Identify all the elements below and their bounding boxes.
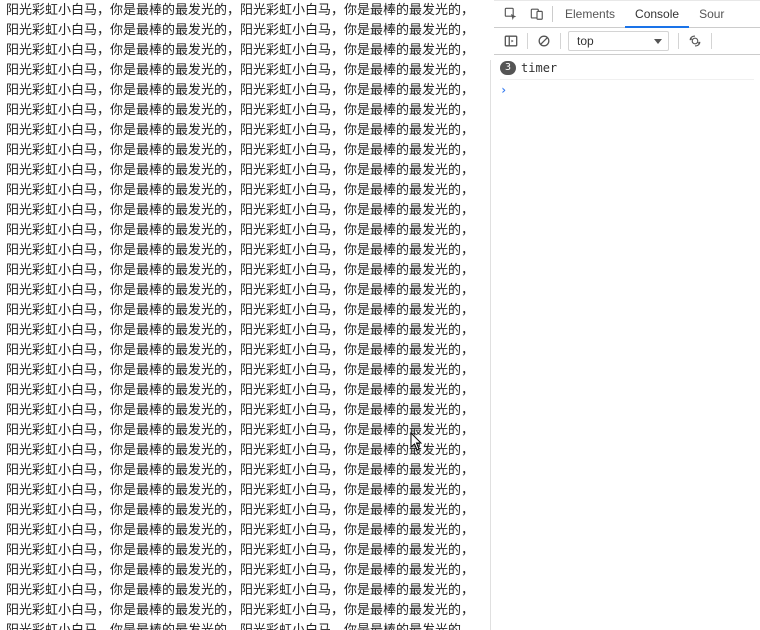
devtools-tabbar: Elements Console Sour	[494, 1, 760, 28]
chevron-down-icon	[654, 39, 662, 44]
tab-sources[interactable]: Sour	[689, 1, 734, 28]
log-repeat-count: 3	[500, 61, 516, 75]
device-toolbar-icon[interactable]	[524, 1, 550, 27]
console-input[interactable]	[513, 83, 754, 97]
tab-elements[interactable]: Elements	[555, 1, 625, 28]
execution-context-selector[interactable]: top	[568, 31, 669, 51]
tab-separator	[552, 6, 553, 22]
toolbar-separator	[678, 33, 679, 49]
console-prompt-row[interactable]: ›	[500, 80, 754, 100]
toolbar-separator	[560, 33, 561, 49]
tab-console[interactable]: Console	[625, 1, 689, 28]
console-sidebar-toggle-icon[interactable]	[498, 28, 524, 54]
console-output: 3 timer ›	[494, 55, 760, 630]
pane-splitter[interactable]	[490, 0, 494, 630]
console-toolbar: top	[494, 28, 760, 55]
live-expression-icon[interactable]	[682, 28, 708, 54]
clear-console-icon[interactable]	[531, 28, 557, 54]
context-label: top	[577, 34, 594, 48]
devtools-panel: Elements Console Sour top	[494, 0, 760, 630]
toolbar-separator	[527, 33, 528, 49]
repeated-output: 阳光彩虹小白马，你是最棒的最发光的，阳光彩虹小白马，你是最棒的最发光的，阳光彩虹…	[6, 2, 474, 630]
page-body-text: 阳光彩虹小白马，你是最棒的最发光的，阳光彩虹小白马，你是最棒的最发光的，阳光彩虹…	[0, 0, 490, 630]
toolbar-separator	[711, 33, 712, 49]
inspect-element-icon[interactable]	[498, 1, 524, 27]
console-log-row[interactable]: 3 timer	[500, 59, 754, 80]
log-message: timer	[521, 61, 557, 75]
prompt-caret-icon: ›	[500, 83, 507, 97]
